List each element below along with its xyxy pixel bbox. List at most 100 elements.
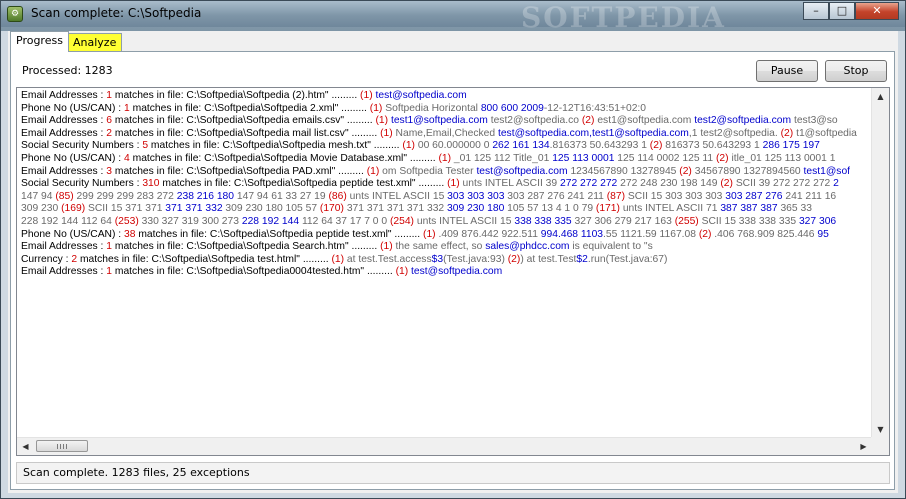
scroll-right-icon[interactable]: ▶ <box>855 438 872 455</box>
result-line[interactable]: Social Security Numbers : 310 matches in… <box>21 178 871 191</box>
minimize-button[interactable]: – <box>803 2 829 20</box>
app-icon: ⚙ <box>7 6 23 22</box>
result-line[interactable]: 147 94 (85) 299 299 299 283 272 238 216 … <box>21 191 871 204</box>
result-segment: 303 303 303 <box>447 190 505 202</box>
result-segment: 228 192 144 <box>241 215 300 227</box>
result-segment: SCII 15 371 371 <box>85 203 166 215</box>
horizontal-scroll-thumb[interactable] <box>36 440 88 452</box>
result-segment: (2) <box>581 115 595 127</box>
result-segment: est1@softpedia.com <box>594 115 695 127</box>
result-segment: unts INTEL ASCII 15 <box>414 215 515 227</box>
result-segment: (1) <box>369 102 383 114</box>
result-segment: (1) <box>366 165 380 177</box>
scroll-left-icon[interactable]: ◀ <box>17 438 34 455</box>
result-segment: (2) <box>649 140 663 152</box>
result-segment: test@softpedia.com,test1@softpedia.com <box>497 127 689 139</box>
result-segment: 327 306 <box>798 215 837 227</box>
result-segment: (1) <box>402 140 415 152</box>
result-segment: 1234567890 13278945 <box>567 165 680 177</box>
result-segment: .409 876.442 922.511 <box>435 228 541 240</box>
result-segment: (254) <box>389 215 414 227</box>
tab-progress[interactable]: Progress <box>10 31 69 52</box>
result-segment: 105 57 13 4 1 0 79 <box>504 203 596 215</box>
result-segment: 238 216 180 <box>176 190 235 202</box>
result-segment: test3@so <box>791 115 838 127</box>
result-segment: 125 113 0001 <box>552 152 615 164</box>
result-segment: Email Addresses : <box>21 115 107 127</box>
status-bar: Scan complete. 1283 files, 25 exceptions <box>16 462 890 484</box>
result-segment: (2) <box>715 152 729 164</box>
result-segment: matches in file: C:\Softpedia\Softpedia … <box>129 152 439 164</box>
result-segment: matches in file: C:\Softpedia\Softpedia … <box>112 90 361 101</box>
tab-analyze[interactable]: Analyze <box>67 33 123 51</box>
result-segment: SCII 39 272 272 272 <box>732 178 834 190</box>
result-segment: SCII 15 338 338 335 <box>698 215 799 227</box>
result-segment: (1) <box>423 228 436 240</box>
result-segment: om Softpedia Tester <box>379 165 477 177</box>
app-window: ⚙ Scan complete: C:\Softpedia SOFTPEDIA … <box>0 0 906 499</box>
result-segment: Email Addresses : <box>21 165 107 177</box>
result-segment: 147 94 61 33 27 19 <box>234 190 329 202</box>
result-segment: test@softpedia.com <box>476 165 568 177</box>
result-line[interactable]: Email Addresses : 2 matches in file: C:\… <box>21 128 871 141</box>
results-list[interactable]: Email Addresses : 1 matches in file: C:\… <box>16 87 890 456</box>
result-segment: matches in file: C:\Softpedia\Softpedia … <box>159 178 448 190</box>
result-segment: unts INTEL ASCII 71 <box>619 203 721 215</box>
result-segment: Phone No (US/CAN) : <box>21 152 125 164</box>
result-segment: itle_01 125 113 0001 1 <box>728 152 836 164</box>
result-line[interactable]: Email Addresses : 6 matches in file: C:\… <box>21 115 871 128</box>
result-line[interactable]: 309 230 (169) SCII 15 371 371 371 371 33… <box>21 203 871 216</box>
result-segment: 994.468 1103 <box>540 228 604 240</box>
result-segment: (170) <box>319 203 344 215</box>
vertical-scrollbar[interactable]: ▲ ▼ <box>871 88 889 438</box>
result-segment: is equivalent to "s <box>569 241 653 253</box>
result-segment: $3 <box>431 253 444 265</box>
result-segment: (253) <box>114 215 139 227</box>
result-line[interactable]: Email Addresses : 1 matches in file: C:\… <box>21 90 871 103</box>
result-segment: Phone No (US/CAN) : <box>21 102 125 114</box>
result-line[interactable]: Phone No (US/CAN) : 1 matches in file: C… <box>21 103 871 116</box>
result-segment: Email Addresses : <box>21 90 107 101</box>
result-segment: test1@softpedia.com <box>388 115 488 127</box>
result-line[interactable]: Currency : 2 matches in file: C:\Softped… <box>21 254 871 267</box>
result-segment: unts INTEL ASCII 39 <box>459 178 561 190</box>
result-segment: matches in file: C:\Softpedia\Softpedia0… <box>112 266 396 278</box>
result-segment: (2) <box>720 178 733 190</box>
result-segment: matches in file: C:\Softpedia\Softpedia … <box>112 241 381 253</box>
scroll-down-icon[interactable]: ▼ <box>872 421 889 438</box>
horizontal-scrollbar[interactable]: ◀ ▶ <box>17 437 872 455</box>
result-segment: 2 <box>833 178 839 190</box>
result-line[interactable]: Phone No (US/CAN) : 38 matches in file: … <box>21 229 871 242</box>
title-bar[interactable]: ⚙ Scan complete: C:\Softpedia SOFTPEDIA … <box>1 1 905 34</box>
result-segment: 310 <box>142 178 160 190</box>
result-line[interactable]: Phone No (US/CAN) : 4 matches in file: C… <box>21 153 871 166</box>
result-segment: (2) <box>780 127 794 139</box>
result-segment: matches in file: C:\Softpedia\Softpedia … <box>77 253 332 265</box>
result-line[interactable]: Email Addresses : 3 matches in file: C:\… <box>21 166 871 179</box>
result-segment: 286 175 197 <box>762 140 820 152</box>
result-segment: Email Addresses : <box>21 266 107 278</box>
result-line[interactable]: Email Addresses : 1 matches in file: C:\… <box>21 266 871 279</box>
softpedia-watermark: SOFTPEDIA <box>521 1 726 34</box>
result-line[interactable]: Social Security Numbers : 5 matches in f… <box>21 140 871 153</box>
result-segment: 262 161 134 <box>492 140 550 152</box>
result-line[interactable]: 228 192 144 112 64 (253) 330 327 319 300… <box>21 216 871 229</box>
result-segment: 309 230 180 105 57 <box>222 203 320 215</box>
result-segment: 309 230 <box>21 203 62 215</box>
result-segment: test1@sof <box>803 165 851 177</box>
stop-button[interactable]: Stop <box>825 60 887 82</box>
result-segment: .run(Test.java:67) <box>587 253 668 265</box>
result-segment: (1) <box>360 90 373 101</box>
maximize-button[interactable]: □ <box>829 2 855 20</box>
result-segment: 272 248 230 198 149 <box>617 178 721 190</box>
result-line[interactable]: Email Addresses : 1 matches in file: C:\… <box>21 241 871 254</box>
result-segment: (2) <box>507 253 521 265</box>
result-segment: (1) <box>447 178 460 190</box>
result-segment: t1@softpedia <box>793 127 857 139</box>
scroll-up-icon[interactable]: ▲ <box>872 88 889 105</box>
result-segment: (85) <box>55 190 74 202</box>
close-button[interactable]: ✕ <box>855 2 899 20</box>
result-segment: (171) <box>595 203 620 215</box>
result-segment: Email Addresses : <box>21 241 107 253</box>
pause-button[interactable]: Pause <box>756 60 818 82</box>
